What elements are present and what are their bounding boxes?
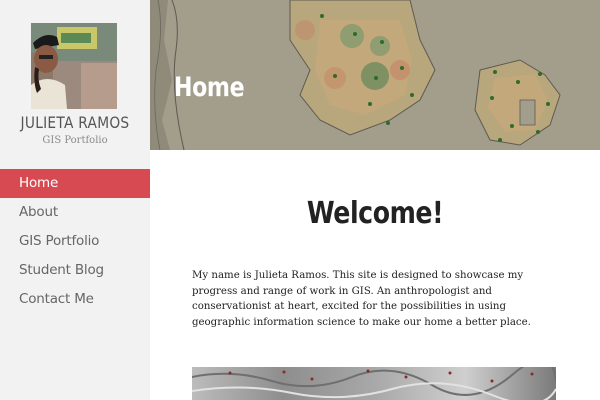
portfolio-preview-image [192,367,556,400]
avatar [31,23,117,109]
site-tagline: GIS Portfolio [42,135,108,146]
sidebar: JULIETA RAMOS GIS Portfolio Home About G… [0,0,150,400]
welcome-heading: Welcome! [306,196,444,231]
main-nav: Home About GIS Portfolio Student Blog Co… [0,169,150,314]
site-name: JULIETA RAMOS [20,113,130,132]
main-content: Welcome! My name is Julieta Ramos. This … [150,150,600,400]
header-banner: Home [150,0,600,150]
profile-photo [31,23,117,109]
nav-item-student-blog[interactable]: Student Blog [0,256,150,285]
terrain-map-image [192,367,556,400]
intro-paragraph: My name is Julieta Ramos. This site is d… [192,270,531,328]
nav-item-contact-me[interactable]: Contact Me [0,285,150,314]
nav-item-gis-portfolio[interactable]: GIS Portfolio [0,227,150,256]
nav-item-about[interactable]: About [0,198,150,227]
nav-item-home[interactable]: Home [0,169,150,198]
page-title: Home [174,72,245,103]
